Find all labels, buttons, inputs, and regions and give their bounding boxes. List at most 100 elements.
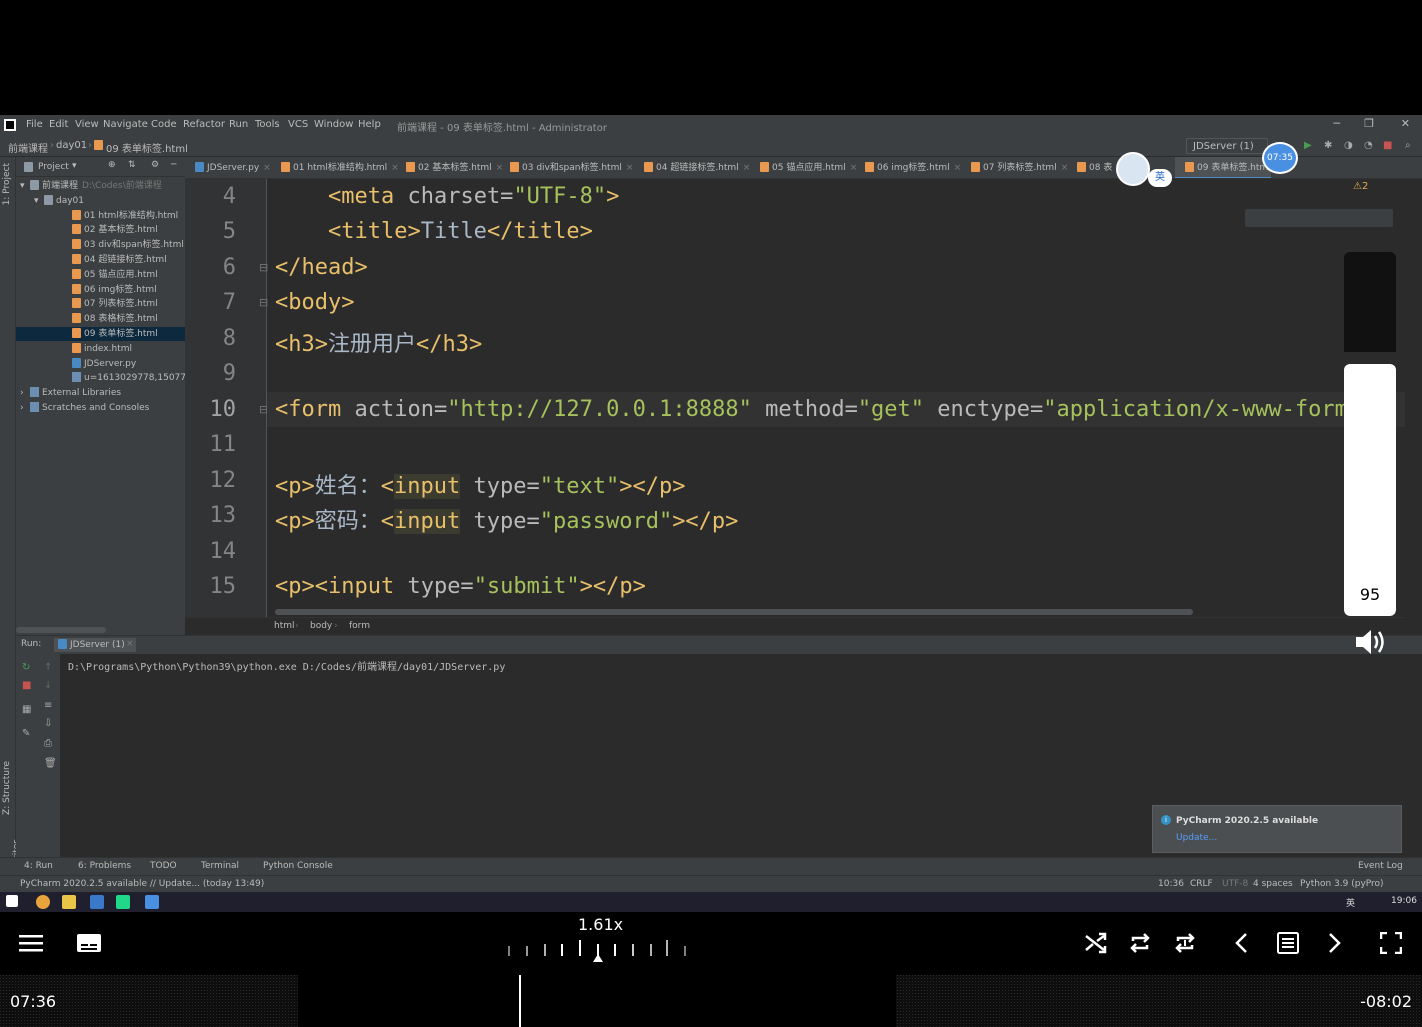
nav-folder[interactable]: day01 [56,140,87,151]
menu-run[interactable]: Run [229,119,248,130]
playlist-icon[interactable] [1276,932,1300,954]
tab-jdserver[interactable]: JDServer.py × [185,157,271,178]
file-explorer-icon[interactable] [62,895,76,909]
structure-tool-tab[interactable]: Z: Structure [2,761,12,815]
scroll-end-icon[interactable]: ⇩ [44,718,52,729]
ime-language[interactable]: 英 [1346,896,1355,909]
hide-panel-icon[interactable]: ─ [171,160,176,170]
shuffle-icon[interactable] [1084,932,1108,954]
caret-position[interactable]: 10:36 [1158,879,1184,889]
chevron-right-icon[interactable]: › [20,401,30,415]
windows-start-icon[interactable] [6,895,18,907]
menu-vcs[interactable]: VCS [288,119,308,130]
tree-item[interactable]: JDServer.py [16,357,185,371]
menu-help[interactable]: Help [358,119,381,130]
locate-icon[interactable]: ⊕ [108,160,116,170]
search-everywhere-icon[interactable]: ⌕ [1405,140,1411,151]
volume-slider[interactable] [1344,252,1396,616]
menu-tools[interactable]: Tools [255,119,280,130]
update-link[interactable]: Update... [1176,833,1217,843]
ime-language-badge[interactable]: 英 [1148,169,1172,187]
coverage-icon[interactable]: ◑ [1344,140,1353,151]
breadcrumb-form[interactable]: form [349,621,370,631]
minimize-icon[interactable]: ─ [1333,117,1340,130]
tab-09-active[interactable]: 09 表单标签.html [1175,157,1271,178]
restore-icon[interactable]: ❐ [1364,117,1374,130]
tree-item[interactable]: u=1613029778,1507777113 [16,371,185,385]
indent-setting[interactable]: 4 spaces [1253,879,1293,889]
nav-file[interactable]: 09 表单标签.html [106,140,188,155]
pycharm-taskbar-icon[interactable] [116,895,130,909]
tree-item[interactable]: › External Libraries [16,386,185,400]
menu-code[interactable]: Code [151,119,177,130]
tab-todo[interactable]: TODO [150,861,177,871]
breadcrumb-html[interactable]: html [274,621,295,631]
print-icon[interactable]: ⎙ [44,738,52,749]
menu-view[interactable]: View [75,119,99,130]
tab-05[interactable]: 05 锚点应用.html × [750,157,857,178]
up-arrow-icon[interactable]: ↑ [44,662,52,673]
repeat-icon[interactable] [1129,932,1153,954]
stop-icon[interactable]: ■ [1383,140,1392,151]
tree-item[interactable]: index.html [16,342,185,356]
menu-refactor[interactable]: Refactor [183,119,225,130]
repeat-one-icon[interactable] [1174,932,1198,954]
chevron-right-icon[interactable]: › [20,386,30,400]
line-separator[interactable]: CRLF [1190,879,1213,889]
tab-03[interactable]: 03 div和span标签.html × [500,157,634,178]
chevron-down-icon[interactable]: ▾ [20,179,30,193]
tree-item[interactable]: 01 html标准结构.html [16,209,185,223]
menu-edit[interactable]: Edit [49,119,68,130]
tab-06[interactable]: 06 img标签.html × [855,157,961,178]
tree-item[interactable]: ▾ day01 [16,194,185,208]
tree-scrollbar[interactable] [16,627,106,633]
pin-icon[interactable]: ✎ [22,728,30,739]
breadcrumb-body[interactable]: body [310,621,332,631]
status-message[interactable]: PyCharm 2020.2.5 available // Update... … [20,879,264,889]
menu-icon[interactable] [18,932,44,954]
tree-item[interactable]: 08 表格标签.html [16,312,185,326]
fold-icon[interactable]: ⊟ [259,261,268,274]
soft-wrap-icon[interactable]: ≡ [44,700,52,711]
tab-terminal[interactable]: Terminal [201,861,239,871]
tree-item[interactable]: 02 基本标签.html [16,223,185,237]
menu-file[interactable]: File [26,119,43,130]
profile-icon[interactable]: ◔ [1364,140,1373,151]
speed-scale[interactable] [505,938,687,962]
run-config-select[interactable]: JDServer (1) [1186,138,1268,154]
rerun-icon[interactable]: ↻ [22,662,30,673]
run-tab[interactable]: JDServer (1) [54,638,136,652]
browser-preview-icons[interactable] [1245,209,1393,227]
tree-item-selected[interactable]: 09 表单标签.html [16,327,185,341]
layout-icon[interactable]: ▦ [22,704,31,715]
stop-icon[interactable]: ■ [22,680,31,691]
console-output[interactable]: D:\Programs\Python\Python39\python.exe D… [68,658,505,673]
chevron-down-icon[interactable]: ▾ [34,194,44,208]
playback-speed[interactable]: 1.61x [578,915,623,934]
app-icon[interactable] [145,895,159,909]
fullscreen-icon[interactable] [1380,932,1402,954]
gear-icon[interactable]: ⚙ [151,160,159,170]
menu-window[interactable]: Window [314,119,353,130]
tab-01[interactable]: 01 html标准结构.html × [271,157,399,178]
timeline-seek-bar[interactable] [0,975,1422,1027]
chevron-right-icon[interactable] [1324,932,1344,954]
tree-item[interactable]: 04 超链接标签.html [16,253,185,267]
chevron-down-icon[interactable]: ▾ [72,161,77,171]
tab-02[interactable]: 02 基本标签.html × [396,157,503,178]
project-tool-tab[interactable]: 1: Project [2,163,12,205]
tree-item[interactable]: 05 锚点应用.html [16,268,185,282]
app-icon[interactable] [90,895,104,909]
close-icon[interactable]: × [626,163,634,173]
debug-icon[interactable]: ✱ [1324,140,1332,151]
tree-item[interactable]: 06 img标签.html [16,283,185,297]
speaker-icon[interactable] [1352,626,1388,658]
tab-07[interactable]: 07 列表标签.html × [961,157,1068,178]
subtitles-icon[interactable] [76,932,102,954]
tree-item[interactable]: 07 列表标签.html [16,297,185,311]
close-icon[interactable]: × [263,163,271,173]
close-icon[interactable]: ✕ [1401,117,1410,130]
chrome-icon[interactable] [36,895,50,909]
tab-run[interactable]: 4: Run [24,861,53,871]
nav-project[interactable]: 前端课程 [8,140,48,155]
